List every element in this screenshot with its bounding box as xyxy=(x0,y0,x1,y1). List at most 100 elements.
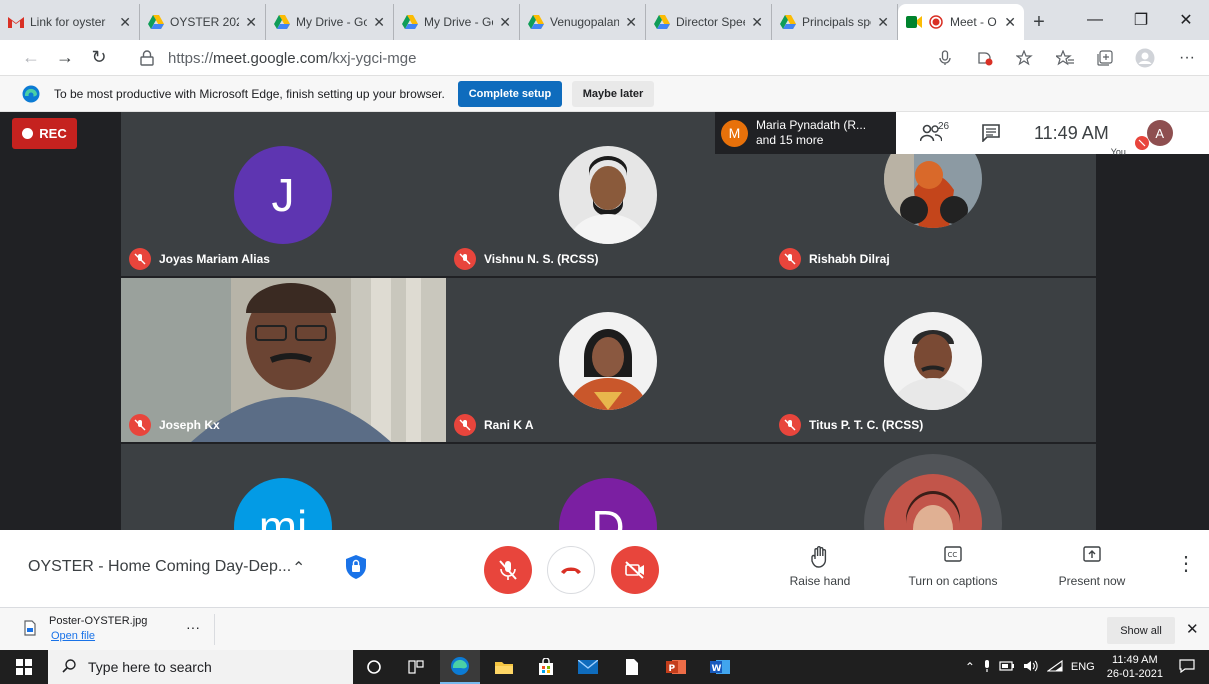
profile-icon[interactable] xyxy=(1125,40,1165,76)
complete-setup-button[interactable]: Complete setup xyxy=(458,81,562,107)
captions-icon[interactable]: CC xyxy=(943,546,963,562)
browser-tab-strip: Link for oyster ✕ OYSTER 2021 I ✕ My Dri… xyxy=(0,0,1209,40)
edge-logo-icon xyxy=(22,85,40,103)
svg-text:W: W xyxy=(712,664,722,674)
raise-hand-icon[interactable] xyxy=(810,546,830,568)
close-icon[interactable]: ✕ xyxy=(877,14,889,31)
leave-call-button[interactable] xyxy=(547,546,595,594)
security-shield-icon[interactable] xyxy=(345,554,367,585)
wifi-icon[interactable] xyxy=(1046,659,1063,675)
download-options-icon[interactable]: ··· xyxy=(186,619,200,635)
avatar: J xyxy=(234,146,332,244)
raise-hand-label[interactable]: Raise hand xyxy=(780,574,860,588)
close-icon[interactable]: ✕ xyxy=(119,14,131,31)
avatar xyxy=(559,146,657,244)
microphone-icon[interactable] xyxy=(983,659,991,676)
self-avatar[interactable]: A You xyxy=(1109,120,1173,157)
store-icon[interactable] xyxy=(526,650,566,684)
tab-meet[interactable]: Meet - O ✕ xyxy=(898,4,1024,40)
notifications-icon[interactable] xyxy=(1179,658,1195,676)
tab-oyster-2021[interactable]: OYSTER 2021 I ✕ xyxy=(140,4,266,40)
mail-icon[interactable] xyxy=(568,650,608,684)
tab-link-for-oyster[interactable]: Link for oyster ✕ xyxy=(0,4,140,40)
windows-start-icon[interactable] xyxy=(4,650,44,684)
maybe-later-button[interactable]: Maybe later xyxy=(572,81,654,107)
participant-tile[interactable]: mi xyxy=(121,444,446,530)
close-icon[interactable]: ✕ xyxy=(499,14,511,31)
hang-up-icon xyxy=(561,567,581,574)
battery-icon[interactable] xyxy=(999,660,1015,674)
open-file-link[interactable]: Open file xyxy=(51,630,95,642)
forward-button[interactable]: → xyxy=(48,43,82,73)
camera-toggle-button[interactable] xyxy=(611,546,659,594)
language-indicator[interactable]: ENG xyxy=(1071,661,1095,673)
participant-tile-speaking[interactable] xyxy=(771,444,1096,530)
word-icon[interactable]: W xyxy=(700,650,740,684)
participant-name: Joyas Mariam Alias xyxy=(129,248,270,270)
rec-label: REC xyxy=(39,126,67,141)
present-icon[interactable] xyxy=(1082,546,1102,562)
participant-name-text: Joyas Mariam Alias xyxy=(159,252,270,266)
participant-tile[interactable]: D xyxy=(446,444,771,530)
present-label[interactable]: Present now xyxy=(1052,574,1132,588)
divider xyxy=(214,614,215,645)
download-filename[interactable]: Poster-OYSTER.jpg xyxy=(49,615,147,627)
chevron-up-icon[interactable]: ⌃ xyxy=(292,558,305,578)
new-tab-button[interactable]: + xyxy=(1024,4,1054,40)
close-icon[interactable]: ✕ xyxy=(373,14,385,31)
chat-button[interactable] xyxy=(968,112,1014,154)
close-icon[interactable]: ✕ xyxy=(245,14,257,31)
mic-toggle-button[interactable] xyxy=(484,546,532,594)
participant-tile[interactable]: Rani K A xyxy=(446,278,771,442)
meeting-title[interactable]: OYSTER - Home Coming Day-Dep... xyxy=(28,558,291,576)
tab-my-drive-2[interactable]: My Drive - Go ✕ xyxy=(394,4,520,40)
participant-tile-video[interactable]: Joseph Kx xyxy=(121,278,446,442)
task-view-icon[interactable] xyxy=(396,650,436,684)
volume-icon[interactable] xyxy=(1023,660,1039,675)
close-icon[interactable]: ✕ xyxy=(1004,14,1016,31)
tab-venugopalan[interactable]: Venugopalan ✕ xyxy=(520,4,646,40)
infobar-message: To be most productive with Microsoft Edg… xyxy=(54,86,445,101)
captions-label[interactable]: Turn on captions xyxy=(893,574,1013,588)
google-drive-icon xyxy=(528,14,544,30)
restore-button[interactable]: ❐ xyxy=(1118,0,1164,40)
self-label: You xyxy=(1110,147,1126,157)
more-options-icon[interactable]: ··· xyxy=(1165,40,1209,76)
people-button[interactable]: 26 xyxy=(908,112,954,154)
tab-principals-speech[interactable]: Principals spe ✕ xyxy=(772,4,898,40)
add-favorite-icon[interactable] xyxy=(1005,40,1045,76)
file-explorer-icon[interactable] xyxy=(484,650,524,684)
close-window-button[interactable]: ✕ xyxy=(1163,0,1209,40)
camera-blocked-icon[interactable] xyxy=(965,40,1005,76)
minimize-button[interactable]: — xyxy=(1072,0,1118,40)
taskbar-clock[interactable]: 11:49 AM 26-01-2021 xyxy=(1107,653,1163,681)
close-icon[interactable]: ✕ xyxy=(625,14,637,31)
close-icon[interactable]: ✕ xyxy=(751,14,763,31)
tab-my-drive-1[interactable]: My Drive - Go ✕ xyxy=(266,4,394,40)
back-button[interactable]: ← xyxy=(14,43,48,73)
avatar: D xyxy=(559,478,657,530)
participant-tile[interactable]: J Joyas Mariam Alias xyxy=(121,112,446,276)
url-field[interactable]: https://meet.google.com/kxj-ygci-mge xyxy=(140,43,980,73)
show-hidden-icons-icon[interactable]: ⌃ xyxy=(965,660,975,674)
tab-director-speech[interactable]: Director Speec ✕ xyxy=(646,4,772,40)
participant-tile[interactable]: Titus P. T. C. (RCSS) xyxy=(771,278,1096,442)
refresh-button[interactable]: ↻ xyxy=(82,43,116,73)
document-icon[interactable] xyxy=(612,650,652,684)
edge-taskbar-icon[interactable] xyxy=(440,650,480,684)
tab-label: Link for oyster xyxy=(30,15,106,29)
taskbar-time: 11:49 AM xyxy=(1112,654,1158,666)
powerpoint-icon[interactable]: P xyxy=(656,650,696,684)
participant-join-popup[interactable]: M Maria Pynadath (R... and 15 more xyxy=(715,112,896,154)
close-icon[interactable]: ✕ xyxy=(1186,620,1199,638)
more-options-icon[interactable]: ⋮ xyxy=(1176,554,1196,574)
microphone-icon[interactable] xyxy=(925,40,965,76)
cortana-icon[interactable] xyxy=(354,650,394,684)
popup-name: Maria Pynadath (R... xyxy=(756,118,867,132)
chat-icon xyxy=(982,124,1000,142)
collections-icon[interactable] xyxy=(1085,40,1125,76)
taskbar-search-box[interactable]: Type here to search xyxy=(48,650,353,684)
favorites-icon[interactable] xyxy=(1045,40,1085,76)
show-all-button[interactable]: Show all xyxy=(1107,617,1175,644)
svg-text:P: P xyxy=(669,664,676,674)
